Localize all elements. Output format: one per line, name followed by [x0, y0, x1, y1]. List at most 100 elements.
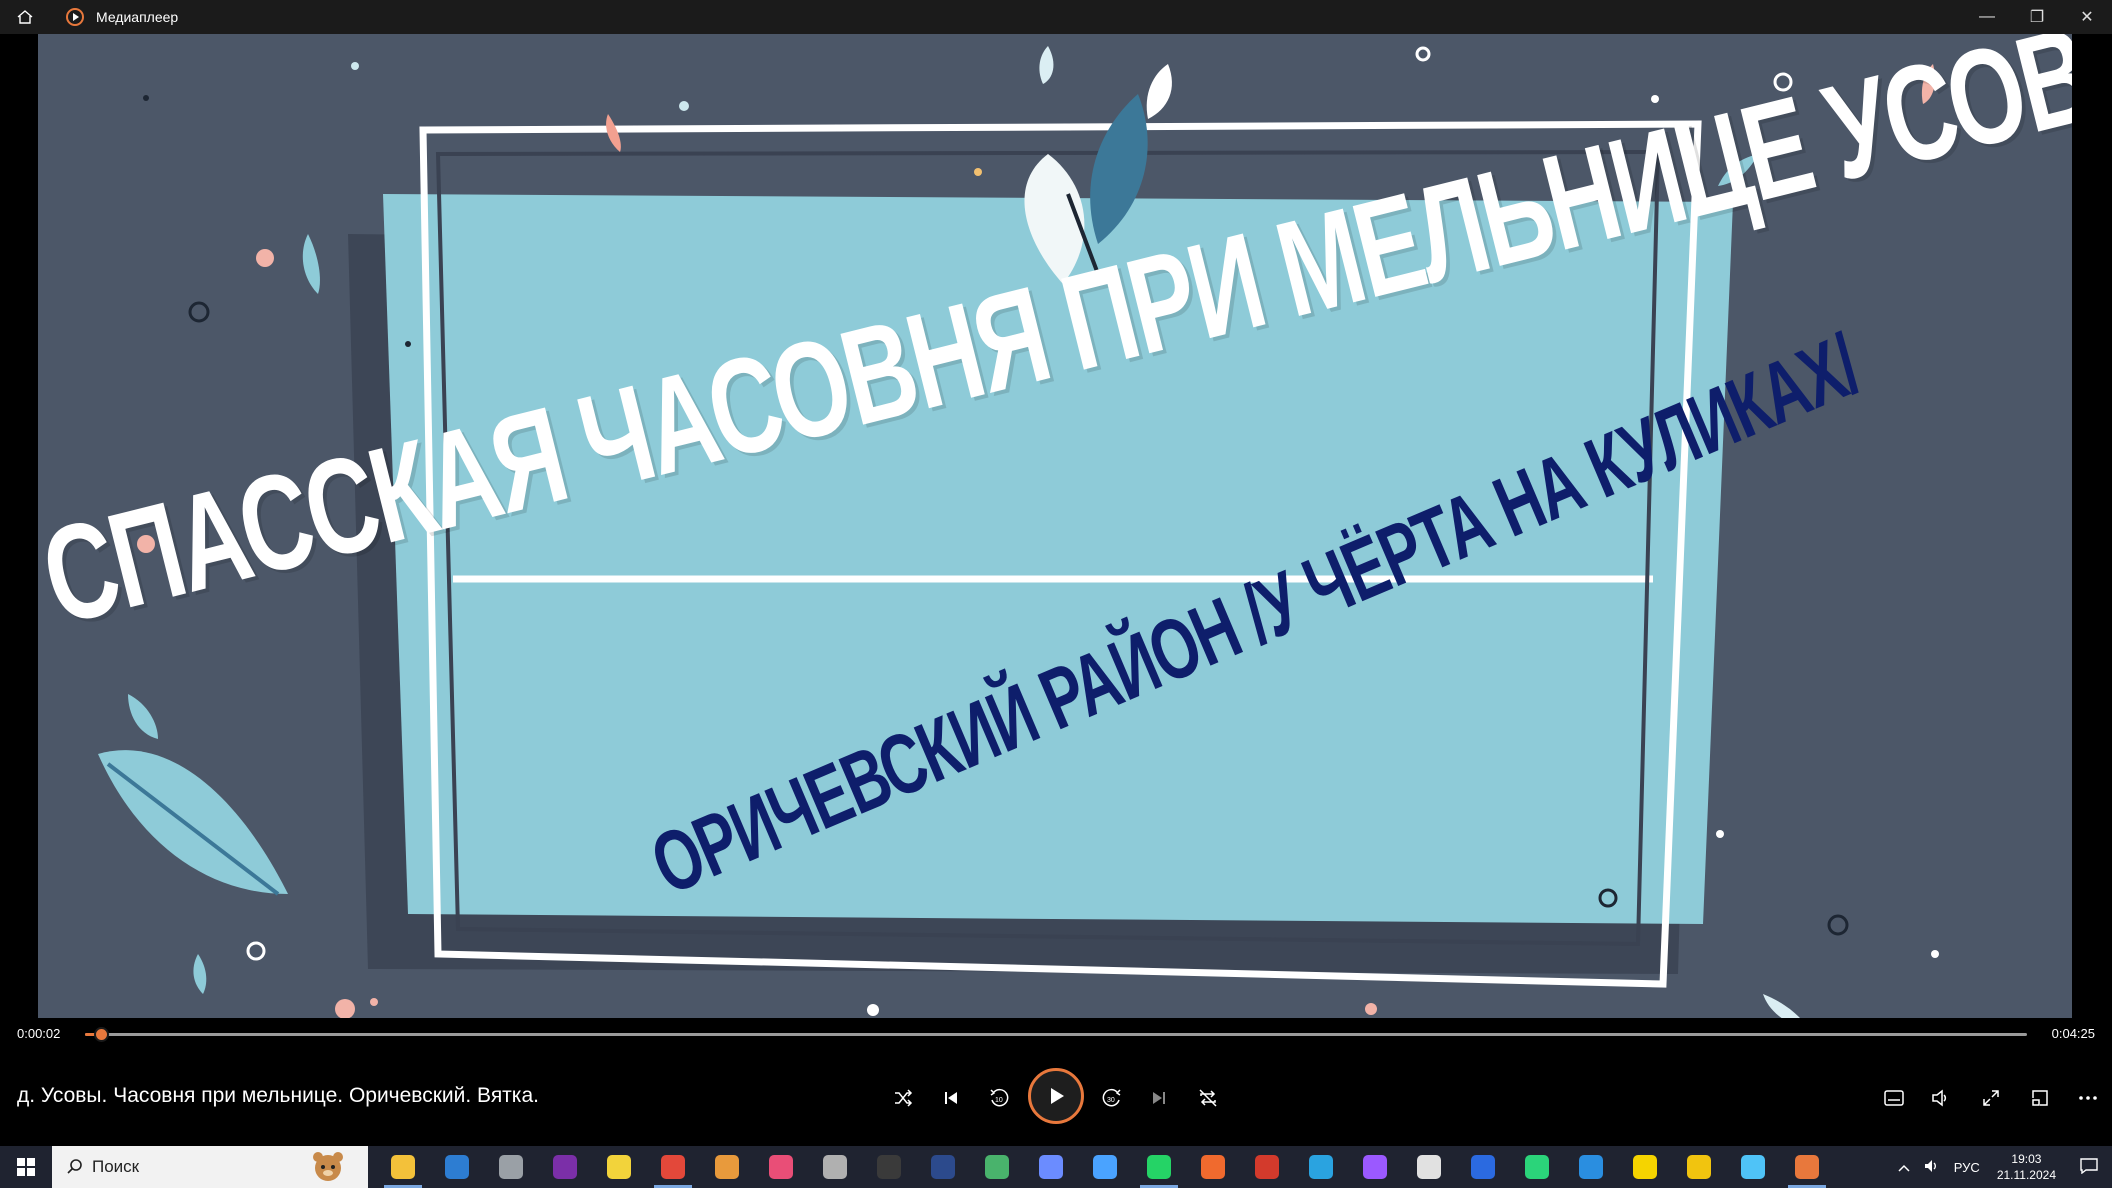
taskbar-app-snip[interactable]: [1078, 1146, 1132, 1188]
system-tray: РУС 19:03 21.11.2024: [1891, 1146, 2112, 1188]
circle-app-icon: [1363, 1155, 1387, 1179]
title-bar: Медиаплеер — ❐ ✕: [0, 0, 2112, 34]
taskbar-app-settings[interactable]: [484, 1146, 538, 1188]
taskbar-app-app-cyan[interactable]: [1726, 1146, 1780, 1188]
current-time: 0:00:02: [17, 1026, 61, 1041]
notifications-icon[interactable]: [2066, 1157, 2112, 1177]
taskbar-app-sticky-notes[interactable]: [592, 1146, 646, 1188]
media-app-icon: [931, 1155, 955, 1179]
shuffle-button[interactable]: [881, 1076, 925, 1120]
previous-button[interactable]: [929, 1076, 973, 1120]
taskbar-app-maps[interactable]: [970, 1146, 1024, 1188]
next-button[interactable]: [1137, 1076, 1181, 1120]
tool-app-icon: [1039, 1155, 1063, 1179]
davinci-icon: [1417, 1155, 1441, 1179]
search-placeholder: Поиск: [92, 1157, 140, 1176]
window-title: Медиаплеер: [96, 9, 179, 25]
taskbar-app-davinci[interactable]: [1402, 1146, 1456, 1188]
more-options-button[interactable]: [2066, 1076, 2110, 1120]
media-player-icon: [64, 6, 86, 28]
close-button[interactable]: ✕: [2062, 0, 2112, 34]
media-player-icon: [1795, 1155, 1819, 1179]
taskbar-app-app-blue2[interactable]: [1564, 1146, 1618, 1188]
taskbar-app-media-player[interactable]: [1780, 1146, 1834, 1188]
volume-icon: [1932, 1089, 1947, 1107]
volume-button[interactable]: [1918, 1076, 1962, 1120]
whatsapp-icon: [1147, 1155, 1171, 1179]
svg-text:30: 30: [1107, 1097, 1115, 1104]
taskbar-app-app-green[interactable]: [1510, 1146, 1564, 1188]
taskbar-app-app-yellow[interactable]: [1618, 1146, 1672, 1188]
crow-app-icon: [823, 1155, 847, 1179]
clock[interactable]: 19:03 21.11.2024: [1987, 1151, 2066, 1183]
total-time: 0:04:25: [2051, 1026, 2095, 1041]
taskbar-app-media-app[interactable]: [916, 1146, 970, 1188]
subtitles-icon: [1884, 1090, 1904, 1106]
taskbar-app-file-explorer[interactable]: [376, 1146, 430, 1188]
app-yellow-icon: [1633, 1155, 1657, 1179]
sticky-notes-icon: [607, 1155, 631, 1179]
playback-controls: д. Усовы. Часовня при мельнице. Оричевск…: [0, 1050, 2112, 1146]
taskbar-search-box[interactable]: Поиск: [52, 1146, 368, 1188]
camera-icon: [769, 1155, 793, 1179]
clock-date: 21.11.2024: [1996, 1168, 2056, 1182]
minimize-button[interactable]: —: [1962, 0, 2012, 34]
settings-icon: [499, 1155, 523, 1179]
repeat-button[interactable]: [1186, 1076, 1230, 1120]
store-icon: [445, 1155, 469, 1179]
forward-30-button[interactable]: 30: [1090, 1076, 1134, 1120]
language-indicator[interactable]: РУС: [1947, 1160, 1987, 1175]
repeat-off-icon: [1199, 1089, 1217, 1107]
next-icon: [1153, 1092, 1165, 1104]
pinterest-icon: [1255, 1155, 1279, 1179]
app-blue2-icon: [1579, 1155, 1603, 1179]
taskbar-app-camera[interactable]: [754, 1146, 808, 1188]
fullscreen-icon: [1983, 1090, 1999, 1106]
app-orange-icon: [1201, 1155, 1225, 1179]
seek-bar[interactable]: [85, 1027, 2027, 1042]
speaker-icon[interactable]: [1917, 1159, 1947, 1176]
subtitles-button[interactable]: [1872, 1076, 1916, 1120]
previous-icon: [945, 1092, 957, 1104]
taskbar-app-circle-app[interactable]: [1348, 1146, 1402, 1188]
taskbar-app-telegram[interactable]: [1294, 1146, 1348, 1188]
taskbar-app-chrome[interactable]: [646, 1146, 700, 1188]
video-area[interactable]: СПАССКАЯ ЧАСОВНЯ ПРИ МЕЛЬНИЦЕ УСОВА ОРИЧ…: [0, 34, 2112, 1018]
taskbar-app-tool-app[interactable]: [1024, 1146, 1078, 1188]
seek-row: 0:00:02 0:04:25: [0, 1018, 2112, 1050]
start-button[interactable]: [0, 1146, 52, 1188]
play-button[interactable]: [1028, 1068, 1084, 1124]
snip-icon: [1093, 1155, 1117, 1179]
taskbar-app-onenote[interactable]: [538, 1146, 592, 1188]
tray-overflow-icon[interactable]: [1891, 1160, 1917, 1175]
svg-text:10: 10: [995, 1097, 1003, 1104]
app-blue-icon: [1471, 1155, 1495, 1179]
taskbar-pinned-apps: [376, 1146, 1834, 1188]
app-green-icon: [1525, 1155, 1549, 1179]
miniplayer-button[interactable]: [2018, 1076, 2062, 1120]
restore-button[interactable]: ❐: [2012, 0, 2062, 34]
taskbar-app-obs[interactable]: [862, 1146, 916, 1188]
search-highlight-image: [313, 1152, 343, 1181]
taskbar-app-app-orange[interactable]: [1186, 1146, 1240, 1188]
taskbar-app-package[interactable]: [700, 1146, 754, 1188]
maps-icon: [985, 1155, 1009, 1179]
taskbar-app-app-blue[interactable]: [1456, 1146, 1510, 1188]
app-cyan-icon: [1741, 1155, 1765, 1179]
video-frame[interactable]: СПАССКАЯ ЧАСОВНЯ ПРИ МЕЛЬНИЦЕ УСОВА ОРИЧ…: [38, 34, 2072, 1018]
seek-thumb[interactable]: [93, 1027, 109, 1042]
rewind-10-icon: 10: [990, 1088, 1009, 1107]
taskbar-app-crow-app[interactable]: [808, 1146, 862, 1188]
miniplayer-icon: [2032, 1090, 2048, 1106]
taskbar-app-app-yellow2[interactable]: [1672, 1146, 1726, 1188]
fullscreen-button[interactable]: [1969, 1076, 2013, 1120]
obs-icon: [877, 1155, 901, 1179]
taskbar-app-pinterest[interactable]: [1240, 1146, 1294, 1188]
onenote-icon: [553, 1155, 577, 1179]
rewind-10-button[interactable]: 10: [977, 1076, 1021, 1120]
media-title: д. Усовы. Часовня при мельнице. Оричевск…: [17, 1084, 539, 1107]
home-icon[interactable]: [0, 0, 50, 34]
taskbar-app-store[interactable]: [430, 1146, 484, 1188]
taskbar-app-whatsapp[interactable]: [1132, 1146, 1186, 1188]
telegram-icon: [1309, 1155, 1333, 1179]
